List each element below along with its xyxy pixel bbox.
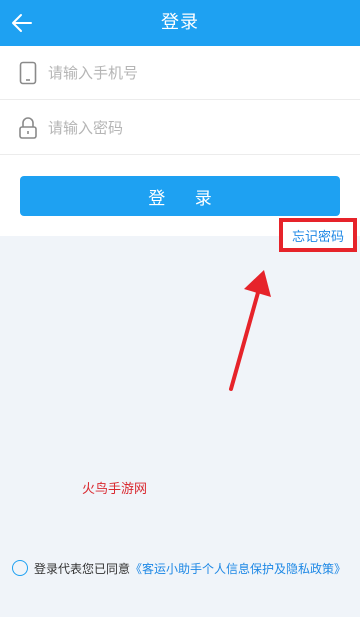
agreement-row: 登录代表您已同意 《客运小助手个人信息保护及隐私政策》 (12, 558, 358, 578)
agreement-text: 登录代表您已同意 (34, 561, 131, 576)
annotation-arrow-icon (229, 270, 271, 391)
agree-radio[interactable] (12, 560, 28, 576)
watermark: 火鸟手游网 (82, 482, 148, 497)
privacy-policy-link[interactable]: 《客运小助手个人信息保护及隐私政策》 (130, 560, 346, 577)
